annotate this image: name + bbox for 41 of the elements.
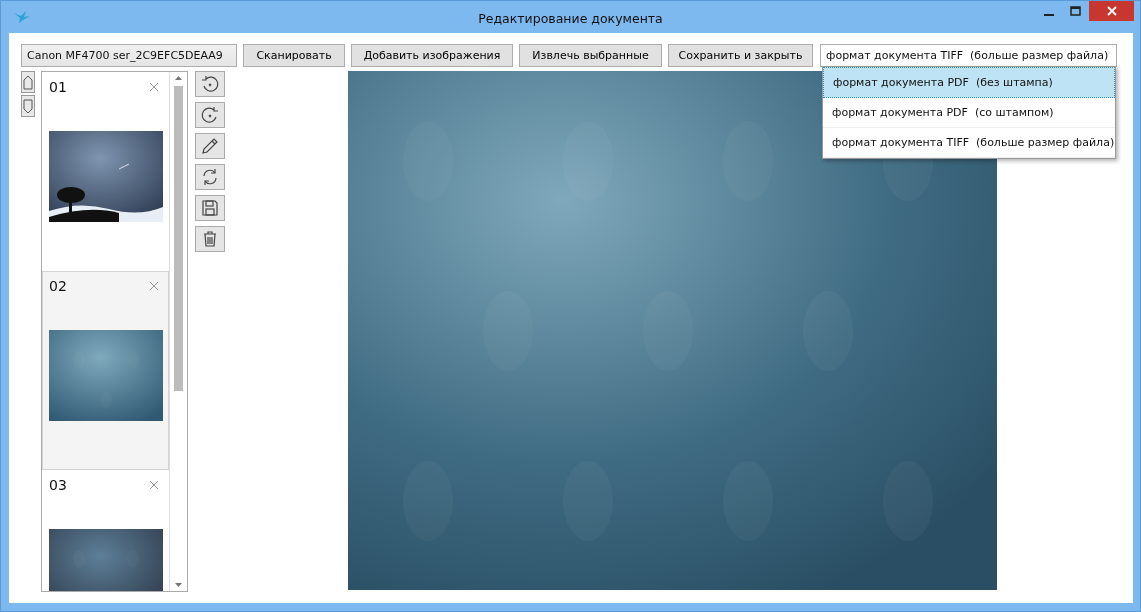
save-button[interactable]	[195, 195, 225, 221]
page-number: 02	[49, 278, 67, 294]
window-title: Редактирование документа	[478, 11, 663, 26]
move-down-button[interactable]	[21, 95, 35, 117]
page-number: 01	[49, 79, 67, 95]
toolbar-button[interactable]: Добавить изображения	[351, 44, 513, 67]
page-thumbnail-card[interactable]: 02	[42, 271, 169, 470]
rotate-left-icon	[200, 74, 220, 94]
scanner-dropdown[interactable]: Canon MF4700 ser_2C9EFC5DEAA9	[21, 44, 237, 67]
bird-icon	[14, 11, 30, 23]
format-option[interactable]: формат документа PDF (со штампом)	[823, 98, 1115, 128]
toolbar-button[interactable]: Извлечь выбранные	[519, 44, 662, 67]
minimize-icon	[1043, 13, 1054, 16]
rotate-left-button[interactable]	[195, 71, 225, 97]
pencil-button[interactable]	[195, 133, 225, 159]
page-thumbnail-card[interactable]: 03	[42, 470, 169, 591]
up-arrow-icon	[23, 74, 33, 90]
close-icon[interactable]	[149, 480, 159, 490]
format-dropdown[interactable]: формат документа TIFF (больше размер файла)	[820, 44, 1117, 67]
down-arrow-icon	[23, 98, 33, 114]
pencil-icon	[200, 136, 220, 156]
save-icon	[200, 198, 220, 218]
scroll-down-icon[interactable]	[175, 583, 182, 587]
rotate-right-button[interactable]	[195, 102, 225, 128]
close-icon	[1106, 6, 1117, 16]
toolbar-button[interactable]: Сканировать	[243, 44, 345, 67]
refresh-button[interactable]	[195, 164, 225, 190]
page-number: 03	[49, 477, 67, 493]
format-option[interactable]: формат документа PDF (без штампа)	[823, 67, 1115, 98]
page-thumbnail-card[interactable]: 01	[42, 72, 169, 271]
maximize-icon	[1070, 6, 1081, 16]
format-option[interactable]: формат документа TIFF (больше размер файла)	[823, 128, 1115, 158]
toolbar-button[interactable]: Сохранить и закрыть	[668, 44, 813, 67]
close-button[interactable]	[1089, 1, 1134, 21]
trash-button[interactable]	[195, 226, 225, 252]
move-up-button[interactable]	[21, 71, 35, 93]
refresh-icon	[200, 167, 220, 187]
close-icon[interactable]	[149, 82, 159, 92]
rotate-right-icon	[200, 105, 220, 125]
close-icon[interactable]	[149, 281, 159, 291]
scroll-up-icon[interactable]	[175, 76, 182, 80]
